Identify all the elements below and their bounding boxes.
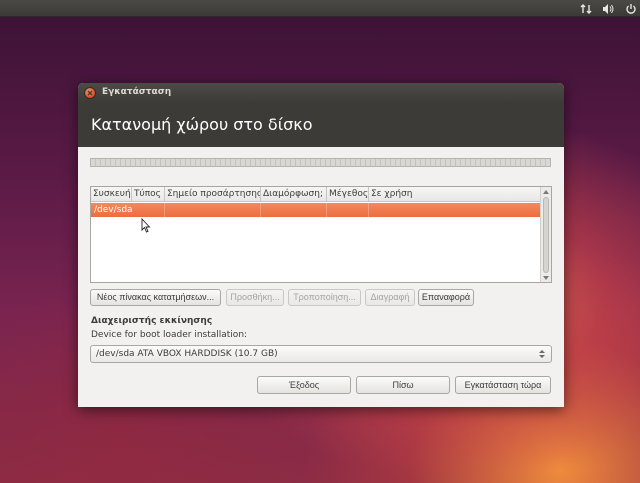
close-icon: [87, 90, 93, 96]
scroll-thumb[interactable]: [543, 197, 549, 273]
install-now-button[interactable]: Εγκατάσταση τώρα: [455, 376, 551, 394]
bootloader-section-label: Διαχειριστής εκκίνησης: [91, 316, 213, 326]
page-header: Κατανομή χώρου στο δίσκο: [78, 103, 564, 147]
window-title: Εγκατάσταση: [102, 87, 172, 97]
column-header-mount-point[interactable]: Σημείο προσάρτησης: [165, 187, 261, 202]
bootloader-device-value: /dev/sda ATA VBOX HARDDISK (10.7 GB): [96, 349, 278, 359]
installer-window: Εγκατάσταση Κατανομή χώρου στο δίσκο Συσ…: [78, 83, 564, 407]
change-partition-button[interactable]: Τροποποίηση...: [288, 289, 361, 306]
row-size-cell: [327, 203, 369, 217]
column-header-type[interactable]: Τύπος: [132, 187, 165, 202]
scroll-down-arrow-icon[interactable]: [541, 273, 551, 282]
column-header-used[interactable]: Σε χρήση: [369, 187, 541, 202]
column-header-format[interactable]: Διαμόρφωση;: [261, 187, 327, 202]
network-transfer-icon[interactable]: [579, 2, 593, 15]
back-button[interactable]: Πίσω: [356, 376, 450, 394]
updown-arrows-icon: [538, 348, 546, 360]
new-partition-table-button[interactable]: Νέος πίνακας κατατμήσεων...: [90, 289, 221, 306]
row-device-cell: /dev/sda: [91, 203, 165, 217]
close-button[interactable]: [84, 87, 96, 99]
page-title: Κατανομή χώρου στο δίσκο: [91, 115, 313, 134]
top-panel: [0, 0, 640, 17]
scroll-up-arrow-icon[interactable]: [541, 187, 551, 196]
bootloader-device-select[interactable]: /dev/sda ATA VBOX HARDDISK (10.7 GB): [90, 345, 552, 363]
partition-table[interactable]: Συσκευή Τύπος Σημείο προσάρτησης Διαμόρφ…: [90, 186, 552, 283]
window-titlebar[interactable]: Εγκατάσταση: [78, 83, 564, 103]
column-header-size[interactable]: Μέγεθος: [327, 187, 369, 202]
row-used-cell: [369, 203, 541, 217]
column-header-device[interactable]: Συσκευή: [91, 187, 132, 202]
row-format-cell: [261, 203, 327, 217]
row-mount-cell: [165, 203, 261, 217]
quit-button[interactable]: Έξοδος: [257, 376, 351, 394]
table-scrollbar[interactable]: [540, 187, 551, 282]
add-partition-button[interactable]: Προσθήκη...: [226, 289, 284, 306]
revert-button[interactable]: Επαναφορά: [418, 289, 474, 306]
table-header: Συσκευή Τύπος Σημείο προσάρτησης Διαμόρφ…: [91, 187, 541, 202]
partition-bar: [90, 158, 551, 167]
mouse-pointer-icon: [141, 218, 151, 233]
table-row[interactable]: /dev/sda: [91, 203, 541, 217]
power-icon[interactable]: [624, 2, 638, 15]
volume-icon[interactable]: [601, 2, 615, 15]
bootloader-device-label: Device for boot loader installation:: [91, 330, 248, 340]
delete-partition-button[interactable]: Διαγραφή: [365, 289, 415, 306]
